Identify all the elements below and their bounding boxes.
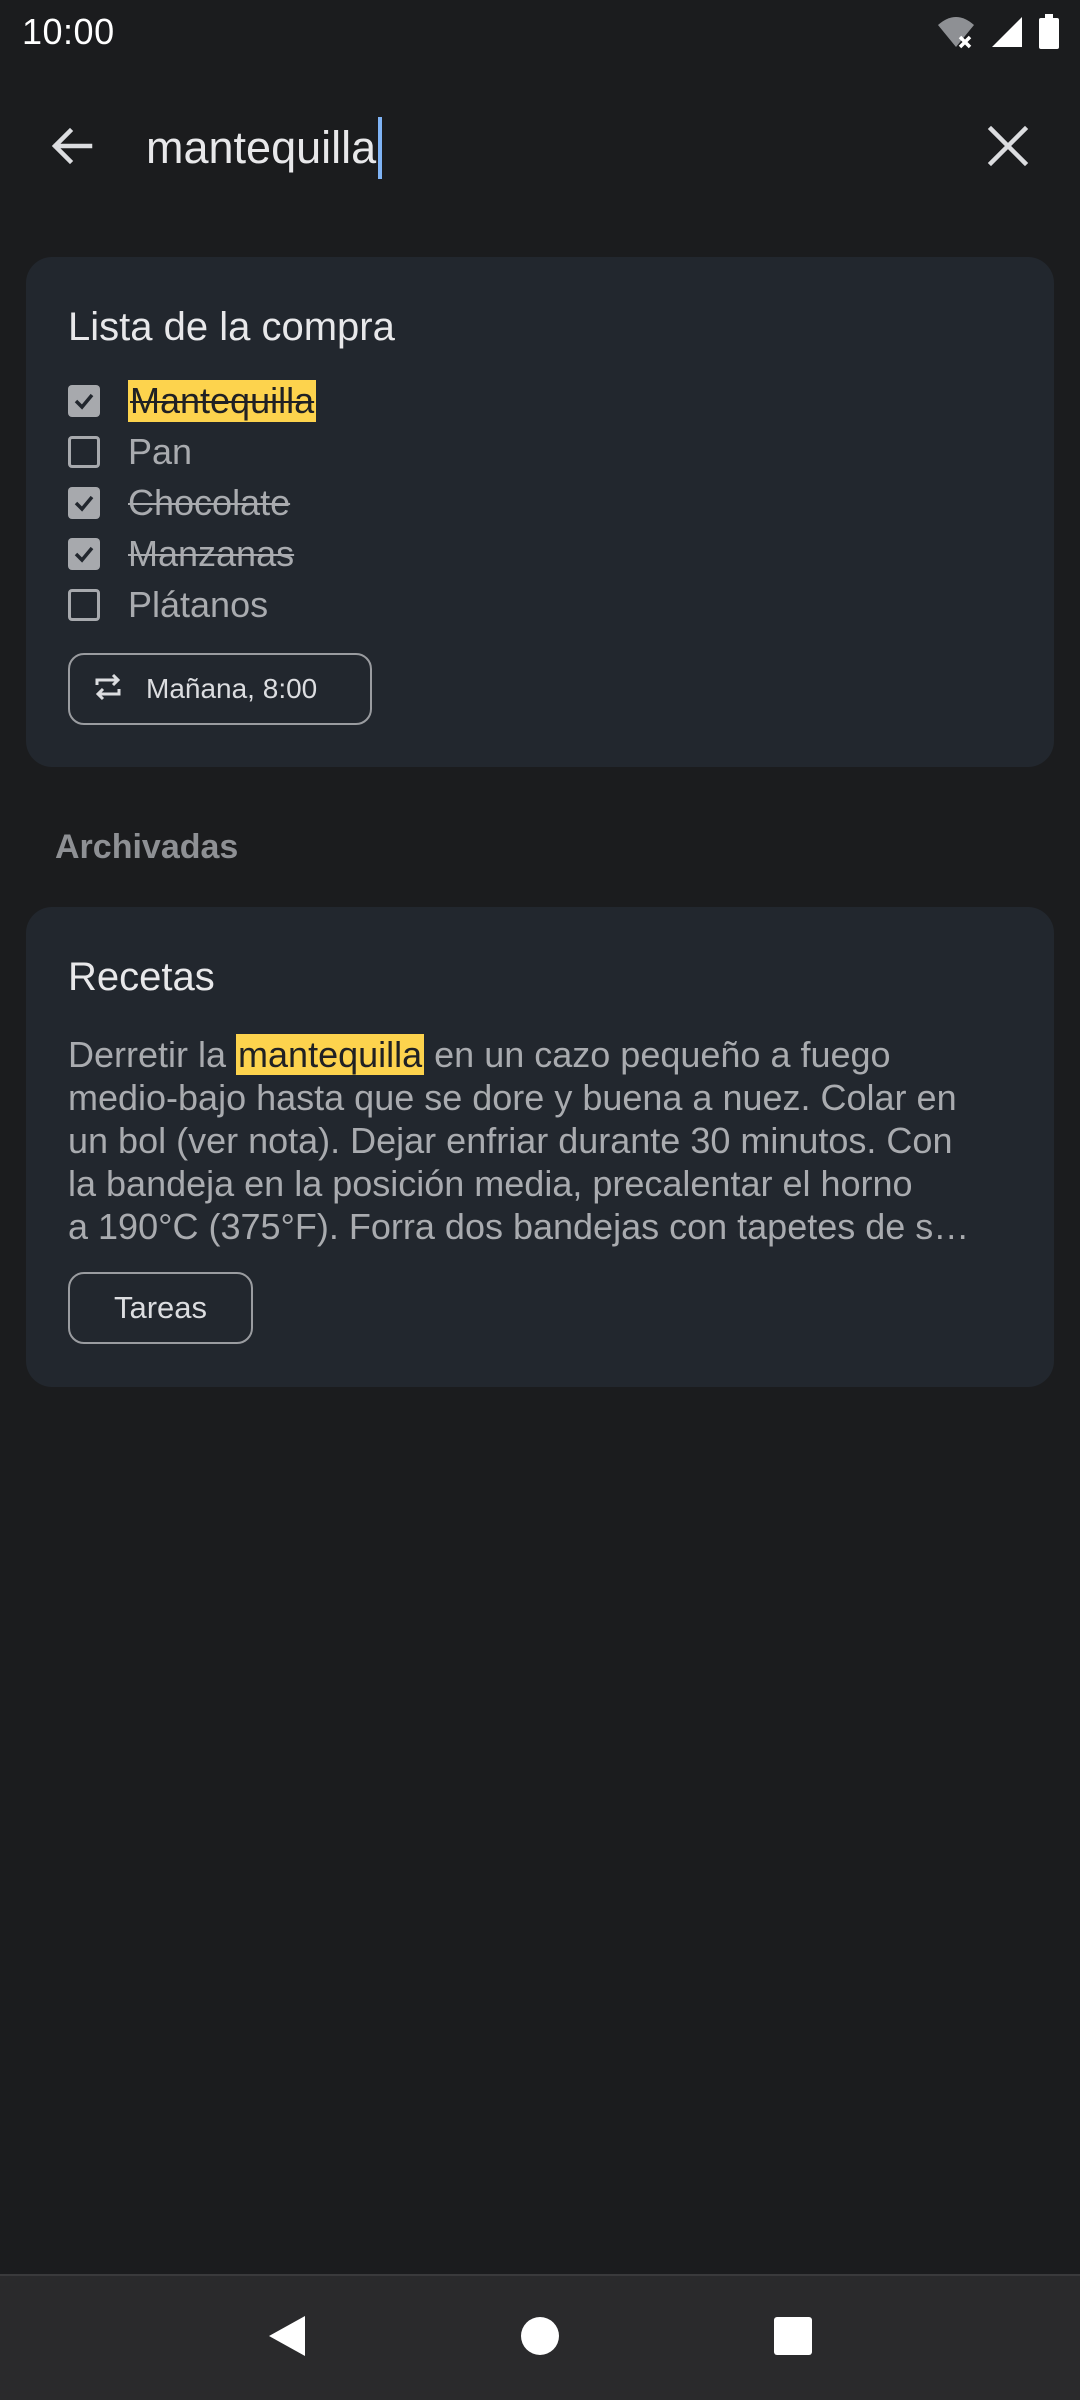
note-text: en un cazo pequeño a fuego xyxy=(424,1034,891,1075)
back-button[interactable] xyxy=(36,116,108,180)
label-chip-text: Tareas xyxy=(113,1290,208,1325)
checkbox-unchecked-icon[interactable] xyxy=(68,435,100,468)
section-header-archived: Archivadas xyxy=(55,828,239,866)
checkbox-checked-icon[interactable] xyxy=(68,486,100,519)
checklist-item[interactable]: Pan xyxy=(68,426,316,477)
status-icons xyxy=(936,14,1060,50)
note-body-line: Derretir la mantequilla en un cazo peque… xyxy=(68,1033,1018,1076)
status-bar: 10:00 xyxy=(0,0,1080,64)
checkbox-checked-icon[interactable] xyxy=(68,384,100,417)
checklist-item-label: Manzanas xyxy=(128,532,295,574)
checklist-item[interactable]: Plátanos xyxy=(68,579,316,630)
note-card-shopping-list[interactable]: Lista de la compra Mantequilla Pan Choco… xyxy=(26,257,1054,767)
reminder-label: Mañana, 8:00 xyxy=(146,673,318,704)
checklist-item[interactable]: Chocolate xyxy=(68,477,316,528)
checkbox-unchecked-icon[interactable] xyxy=(68,588,100,621)
triangle-back-icon xyxy=(265,2312,309,2365)
nav-back-button[interactable] xyxy=(247,2298,327,2378)
signal-icon xyxy=(990,15,1024,49)
search-input[interactable]: mantequilla xyxy=(146,110,383,186)
note-body-line: medio-bajo hasta que se dore y buena a n… xyxy=(68,1077,957,1118)
reminder-chip[interactable]: Mañana, 8:00 xyxy=(68,653,372,725)
label-chip[interactable]: Tareas xyxy=(68,1272,253,1344)
search-match-highlight: mantequilla xyxy=(236,1034,425,1075)
search-bar: mantequilla xyxy=(0,100,1080,196)
note-title: Lista de la compra xyxy=(68,305,395,349)
square-recents-icon xyxy=(773,2316,813,2361)
clear-search-button[interactable] xyxy=(972,116,1044,180)
checklist-item[interactable]: Mantequilla xyxy=(68,375,317,426)
note-body-line: a 190°C (375°F). Forra dos bandejas con … xyxy=(68,1206,970,1247)
close-icon xyxy=(986,124,1030,173)
checkbox-checked-icon[interactable] xyxy=(68,537,100,570)
text-caret xyxy=(378,117,383,179)
nav-home-button[interactable] xyxy=(500,2298,580,2378)
checklist-item-label: Pan xyxy=(128,430,193,472)
checklist-item[interactable]: Manzanas xyxy=(68,528,316,579)
checklist-item-label: Plátanos xyxy=(128,583,269,625)
checklist-item-label: Mantequilla xyxy=(128,379,317,422)
note-body-line: la bandeja en la posición media, precale… xyxy=(68,1163,913,1204)
note-card-recipes[interactable]: Recetas Derretir la mantequilla en un ca… xyxy=(26,907,1054,1387)
wifi-icon xyxy=(936,15,976,49)
status-time: 10:00 xyxy=(22,11,115,52)
search-query: mantequilla xyxy=(146,122,377,173)
circle-home-icon xyxy=(519,2315,561,2362)
arrow-back-icon xyxy=(48,122,96,175)
note-title: Recetas xyxy=(68,955,215,999)
nav-recents-button[interactable] xyxy=(753,2298,833,2378)
system-nav-bar xyxy=(0,2274,1080,2400)
repeat-icon xyxy=(92,671,124,708)
battery-icon xyxy=(1038,14,1060,50)
note-body: Derretir la mantequilla en un cazo peque… xyxy=(68,1033,1018,1248)
note-text: Derretir la xyxy=(68,1034,237,1075)
checklist: Mantequilla Pan Chocolate Manzanas Pláta… xyxy=(68,375,317,630)
checklist-item-label: Chocolate xyxy=(128,481,291,523)
note-body-line: un bol (ver nota). Dejar enfriar durante… xyxy=(68,1120,953,1161)
